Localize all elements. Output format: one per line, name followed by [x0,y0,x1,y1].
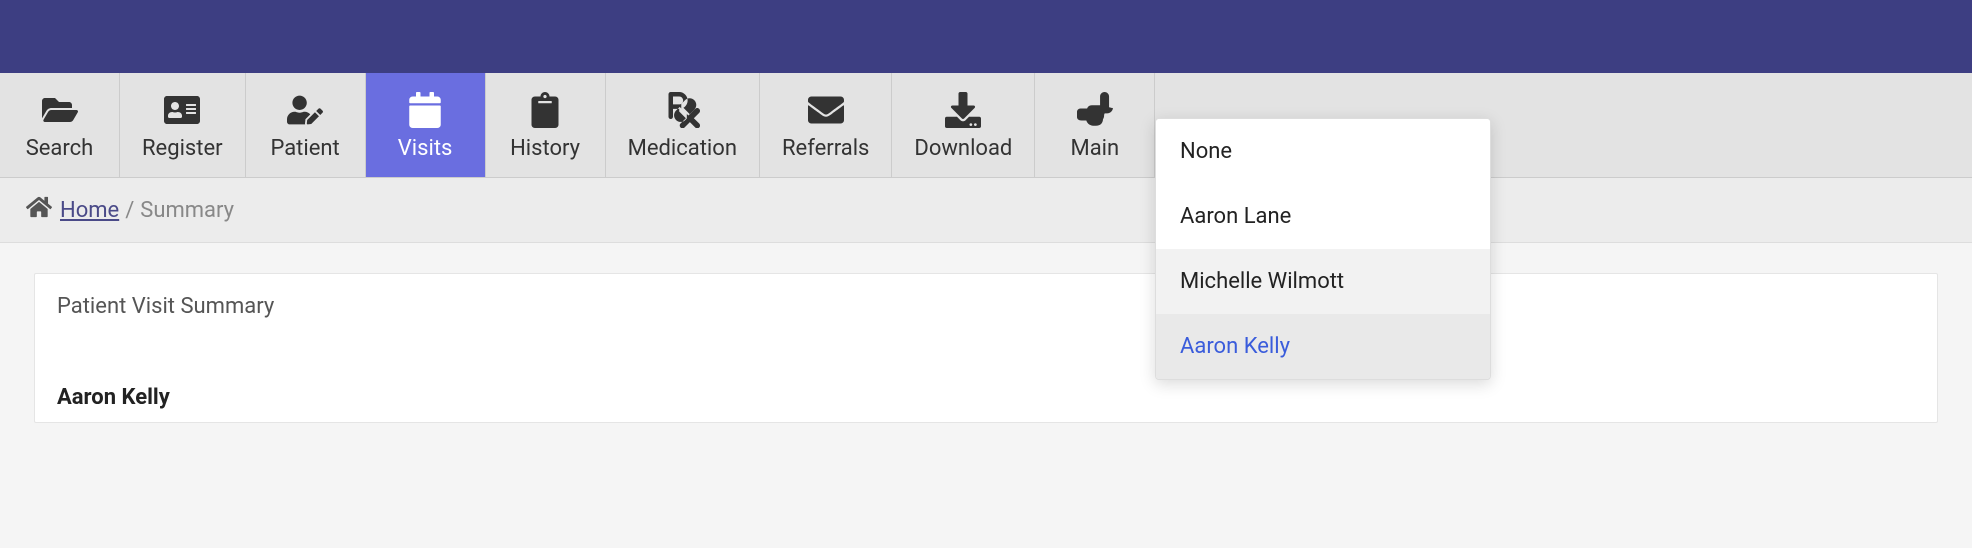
hand-point-icon [1075,90,1115,130]
dropdown-item-none[interactable]: None [1156,119,1490,184]
download-icon [943,90,983,130]
toolbar-label: Medication [628,136,737,161]
toolbar-search[interactable]: Search [0,73,120,177]
toolbar-visits[interactable]: Visits [366,73,486,177]
folder-open-icon [40,90,80,130]
toolbar-medication[interactable]: Medication [606,73,760,177]
breadcrumb-home-link[interactable]: Home [60,198,119,223]
toolbar-history[interactable]: History [486,73,606,177]
toolbar-download[interactable]: Download [892,73,1035,177]
top-banner [0,0,1972,73]
toolbar-label: Referrals [782,136,869,161]
patient-select-dropdown: None Aaron Lane Michelle Wilmott Aaron K… [1155,118,1491,380]
clipboard-icon [525,90,565,130]
card-title: Patient Visit Summary [35,274,1937,345]
dropdown-item-michelle-wilmott[interactable]: Michelle Wilmott [1156,249,1490,314]
toolbar-label: Visits [398,136,453,161]
main-toolbar: Search Register Patient Visits History M… [0,73,1972,178]
toolbar-referrals[interactable]: Referrals [760,73,892,177]
toolbar-main[interactable]: Main [1035,73,1155,177]
toolbar-patient[interactable]: Patient [246,73,366,177]
id-card-icon [162,90,202,130]
toolbar-register[interactable]: Register [120,73,246,177]
dropdown-item-aaron-kelly[interactable]: Aaron Kelly [1156,314,1490,379]
patient-name: Aaron Kelly [35,345,1937,422]
home-icon [26,194,60,226]
content-area: Patient Visit Summary Aaron Kelly [0,243,1972,453]
toolbar-label: Main [1071,136,1120,161]
user-edit-icon [285,90,325,130]
breadcrumb-current: Summary [140,198,234,223]
toolbar-label: History [510,136,580,161]
breadcrumb: Home / Summary [0,178,1972,243]
dropdown-item-aaron-lane[interactable]: Aaron Lane [1156,184,1490,249]
toolbar-label: Register [142,136,223,161]
patient-visit-summary-card: Patient Visit Summary Aaron Kelly [34,273,1938,423]
toolbar-label: Download [914,136,1012,161]
calendar-icon [405,90,445,130]
toolbar-label: Search [26,136,94,161]
envelope-icon [806,90,846,130]
rx-icon [662,90,702,130]
breadcrumb-separator: / [125,198,134,223]
toolbar-label: Patient [270,136,339,161]
